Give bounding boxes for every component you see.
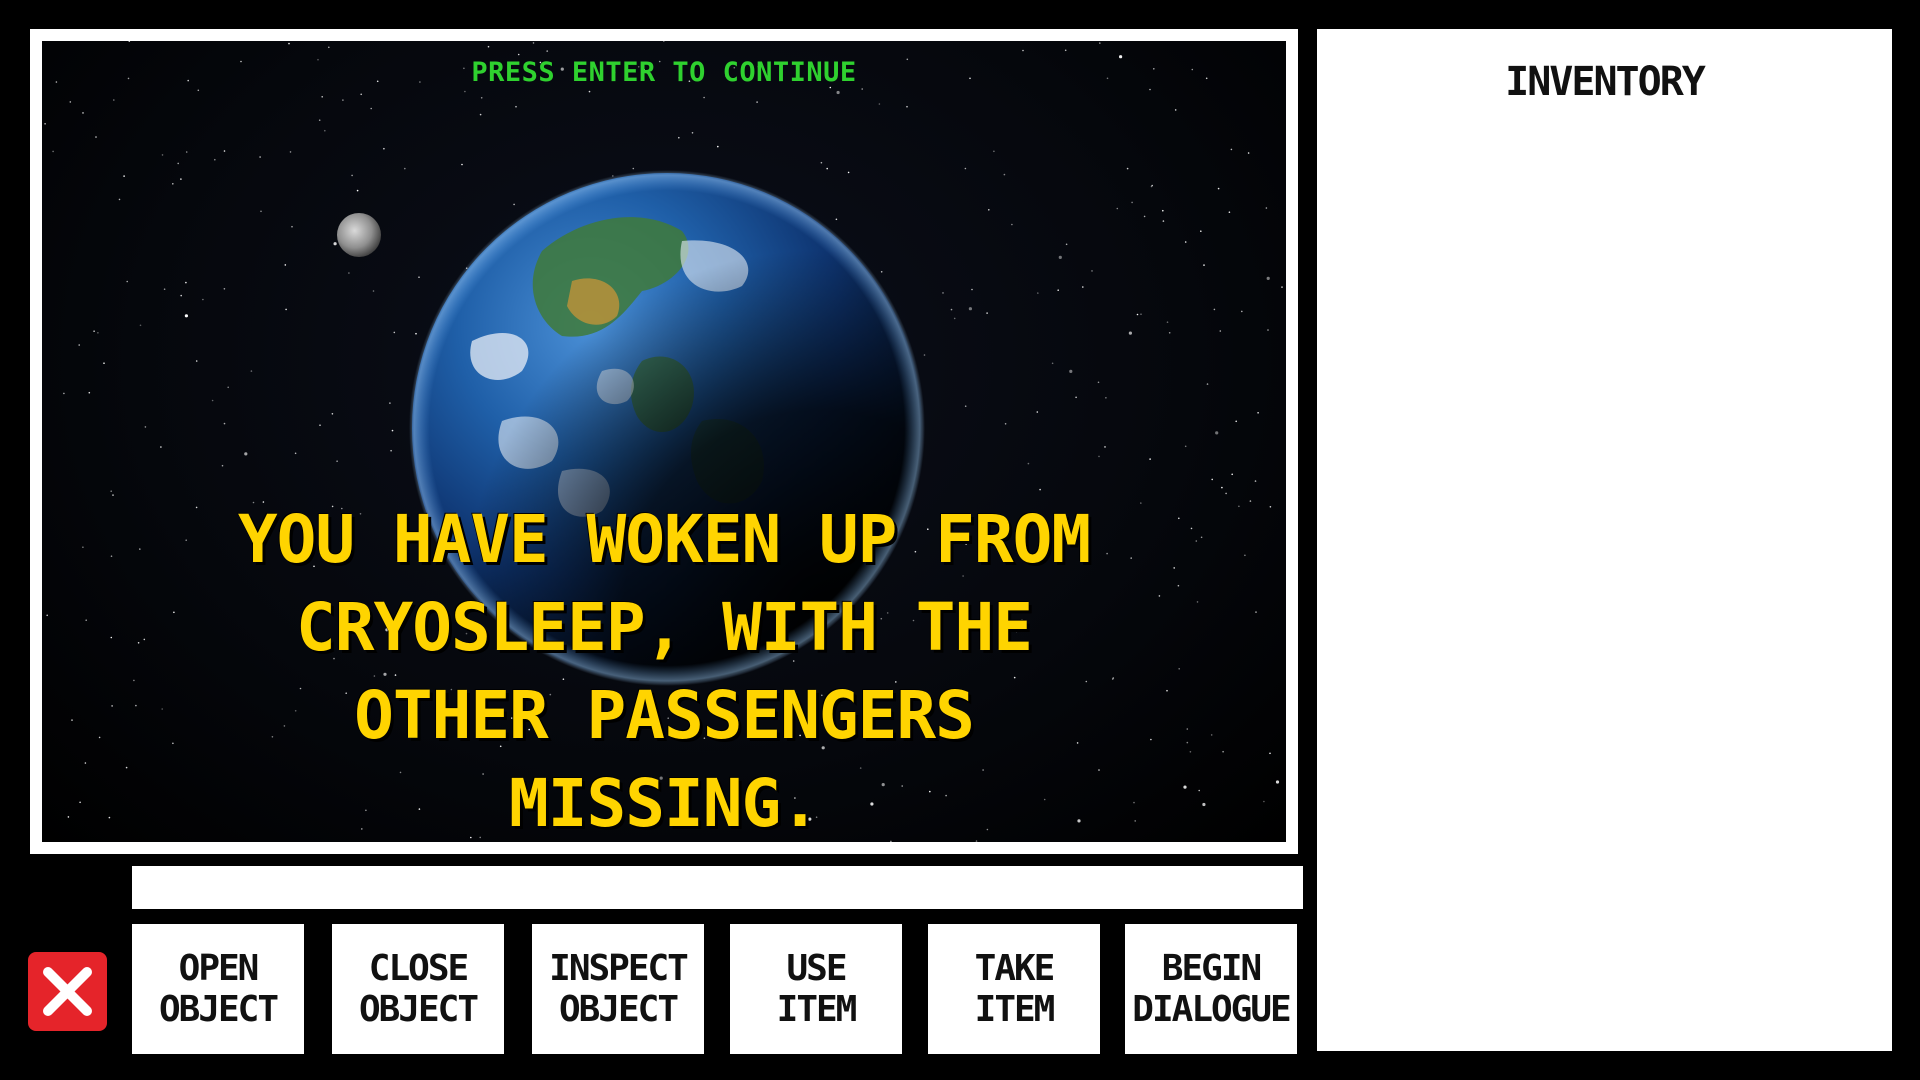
use-item-button[interactable]: USE ITEM	[730, 924, 902, 1054]
inventory-title: INVENTORY	[1505, 59, 1706, 105]
scene-frame: PRESS ENTER TO CONTINUE You have woken u…	[30, 29, 1298, 854]
begin-dialogue-button[interactable]: BEGIN DIALOGUE	[1125, 924, 1297, 1054]
close-object-button[interactable]: CLOSE OBJECT	[332, 924, 504, 1054]
take-item-button[interactable]: TAKE ITEM	[928, 924, 1100, 1054]
press-enter-prompt: PRESS ENTER TO CONTINUE	[471, 57, 857, 88]
command-input[interactable]	[132, 866, 1303, 909]
inventory-panel[interactable]: INVENTORY	[1317, 29, 1892, 1051]
open-object-button[interactable]: OPEN OBJECT	[132, 924, 304, 1054]
close-icon	[43, 967, 92, 1016]
narration-text: You have woken up from cryosleep, with t…	[237, 501, 1091, 842]
moon	[337, 213, 381, 257]
inspect-object-button[interactable]: INSPECT OBJECT	[532, 924, 704, 1054]
game-window: PRESS ENTER TO CONTINUE You have woken u…	[0, 0, 1920, 1080]
close-button[interactable]	[28, 952, 107, 1031]
scene-view[interactable]: PRESS ENTER TO CONTINUE You have woken u…	[42, 41, 1286, 842]
